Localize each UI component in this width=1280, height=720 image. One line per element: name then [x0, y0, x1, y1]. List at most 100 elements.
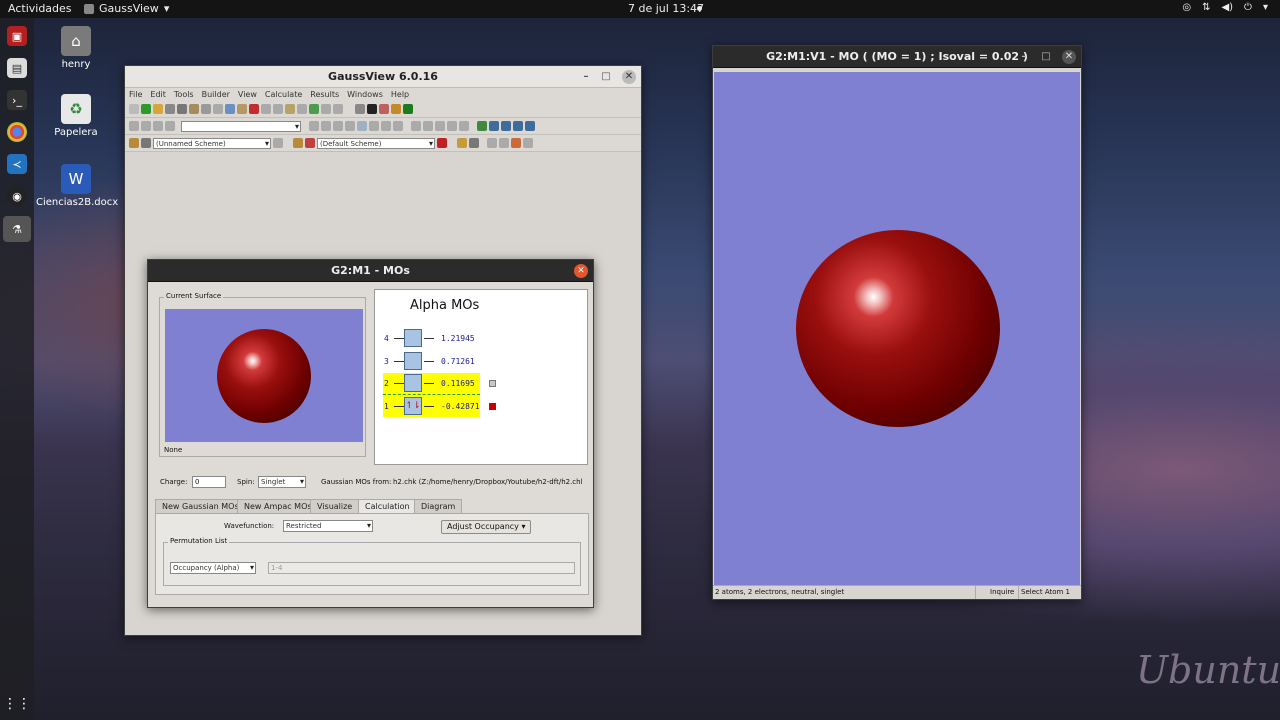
permutation-select[interactable]: Occupancy (Alpha): [170, 562, 256, 574]
fragment-icon[interactable]: [393, 121, 403, 131]
surface-preview[interactable]: [165, 309, 363, 442]
gaussview-dock-icon[interactable]: ⚗: [3, 216, 31, 242]
open-icon[interactable]: [153, 104, 163, 114]
charge-stepper[interactable]: 0: [192, 476, 226, 488]
close-icon[interactable]: ✕: [622, 70, 636, 84]
maximize-icon[interactable]: □: [1039, 50, 1053, 64]
clean-icon[interactable]: [285, 104, 295, 114]
biological-icon[interactable]: [435, 121, 445, 131]
window-cascade-icon[interactable]: [499, 138, 509, 148]
add-icon[interactable]: [141, 104, 151, 114]
menu-view[interactable]: View: [238, 90, 257, 99]
center-icon[interactable]: [489, 121, 499, 131]
measure-icon[interactable]: [381, 121, 391, 131]
arrow-right-icon[interactable]: [523, 138, 533, 148]
add-valence-icon[interactable]: [357, 121, 367, 131]
layers-icon[interactable]: [457, 138, 467, 148]
inquire-icon[interactable]: [345, 121, 355, 131]
mo-diagram-panel[interactable]: Alpha MOs 4 1.21945 3 0.71261 2 0.11695 …: [374, 289, 588, 465]
cut-icon[interactable]: [213, 104, 223, 114]
app-menu[interactable]: GaussView ▾: [84, 2, 169, 15]
tab-visualize[interactable]: Visualize: [310, 499, 360, 513]
obs-icon[interactable]: ◉: [7, 186, 27, 206]
tab-new-gaussian-mos[interactable]: New Gaussian MOs: [155, 499, 246, 513]
rgroup-icon[interactable]: [423, 121, 433, 131]
rotate-icon[interactable]: [141, 121, 151, 131]
wavefunction-select[interactable]: Restricted: [283, 520, 373, 532]
select-icon[interactable]: [129, 121, 139, 131]
undo-icon[interactable]: [261, 104, 271, 114]
image-icon[interactable]: [189, 104, 199, 114]
desktop-icon-docx[interactable]: W Ciencias2B.docx: [36, 164, 118, 208]
close-icon[interactable]: ✕: [1062, 50, 1076, 64]
gaussian-calc-icon[interactable]: [355, 104, 365, 114]
mo-viewport[interactable]: [714, 72, 1080, 585]
minimize-icon[interactable]: –: [579, 70, 593, 84]
desktop-icon-trash[interactable]: ♻ Papelera: [36, 94, 116, 138]
spin-select[interactable]: Singlet: [258, 476, 306, 488]
zoom-icon[interactable]: [165, 121, 175, 131]
chrome-icon[interactable]: [7, 122, 27, 142]
menu-windows[interactable]: Windows: [347, 90, 383, 99]
bond-icon[interactable]: [309, 121, 319, 131]
menu-results[interactable]: Results: [310, 90, 339, 99]
layer-menu-icon[interactable]: [469, 138, 479, 148]
tab-calculation[interactable]: Calculation: [358, 499, 417, 514]
paste-icon[interactable]: [237, 104, 247, 114]
delete-atom-icon[interactable]: [369, 121, 379, 131]
scheme-combo-left[interactable]: (Unnamed Scheme): [153, 137, 271, 149]
mo-dialog-titlebar[interactable]: G2:M1 - MOs ✕: [148, 260, 593, 282]
print-icon[interactable]: [177, 104, 187, 114]
chevron-down-icon[interactable]: ▾: [1263, 2, 1268, 13]
point-icon[interactable]: [459, 121, 469, 131]
ruler-icon[interactable]: [379, 104, 389, 114]
adjust-occupancy-button[interactable]: Adjust Occupancy ▾: [441, 520, 532, 534]
mo-level-4[interactable]: [404, 329, 422, 347]
scheme-combo-right[interactable]: (Default Scheme): [317, 137, 435, 149]
scheme-icon[interactable]: [141, 138, 151, 148]
tab-diagram[interactable]: Diagram: [414, 499, 463, 513]
new-icon[interactable]: [129, 104, 139, 114]
mo-icon[interactable]: [309, 104, 319, 114]
close-icon[interactable]: ✕: [574, 264, 588, 278]
app-icon-red[interactable]: ▣: [7, 26, 27, 46]
main-window-titlebar[interactable]: GaussView 6.0.16 – □ ✕: [125, 66, 641, 88]
results-icon[interactable]: [367, 104, 377, 114]
window-tile-icon[interactable]: [487, 138, 497, 148]
tools-icon[interactable]: [333, 104, 343, 114]
volume-icon[interactable]: ◀): [1221, 2, 1233, 13]
vscode-icon[interactable]: ≺: [7, 154, 27, 174]
ring-icon[interactable]: [411, 121, 421, 131]
display-icon[interactable]: [305, 138, 315, 148]
files-icon[interactable]: ▤: [7, 58, 27, 78]
show-apps-icon[interactable]: ⋮⋮: [3, 694, 31, 714]
angle-icon[interactable]: [321, 121, 331, 131]
mo-level-2[interactable]: [404, 374, 422, 392]
movie-icon[interactable]: [201, 104, 211, 114]
accessibility-icon[interactable]: ◎: [1182, 2, 1191, 13]
fit-icon[interactable]: [477, 121, 487, 131]
reset-icon[interactable]: [525, 121, 535, 131]
settings-icon[interactable]: [391, 104, 401, 114]
network-icon[interactable]: ⇅: [1202, 2, 1210, 13]
activities-button[interactable]: Actividades: [8, 2, 72, 15]
camera-icon[interactable]: [501, 121, 511, 131]
translate-icon[interactable]: [153, 121, 163, 131]
mo-level-1[interactable]: ↿⇂: [404, 397, 422, 415]
element-icon[interactable]: [129, 138, 139, 148]
arrow-left-icon[interactable]: [511, 138, 521, 148]
redo-icon[interactable]: [273, 104, 283, 114]
menu-tools[interactable]: Tools: [174, 90, 194, 99]
mo-active-marker[interactable]: [489, 403, 496, 410]
view-icon[interactable]: [321, 104, 331, 114]
grid-icon[interactable]: [513, 121, 523, 131]
builder-combo[interactable]: [181, 120, 301, 132]
terminal-icon[interactable]: ›_: [7, 90, 27, 110]
custom-icon[interactable]: [447, 121, 457, 131]
record-icon[interactable]: [437, 138, 447, 148]
scheme-edit-icon[interactable]: [273, 138, 283, 148]
dihedral-icon[interactable]: [333, 121, 343, 131]
menu-file[interactable]: File: [129, 90, 142, 99]
delete-icon[interactable]: [249, 104, 259, 114]
minimize-icon[interactable]: –: [1017, 50, 1031, 64]
